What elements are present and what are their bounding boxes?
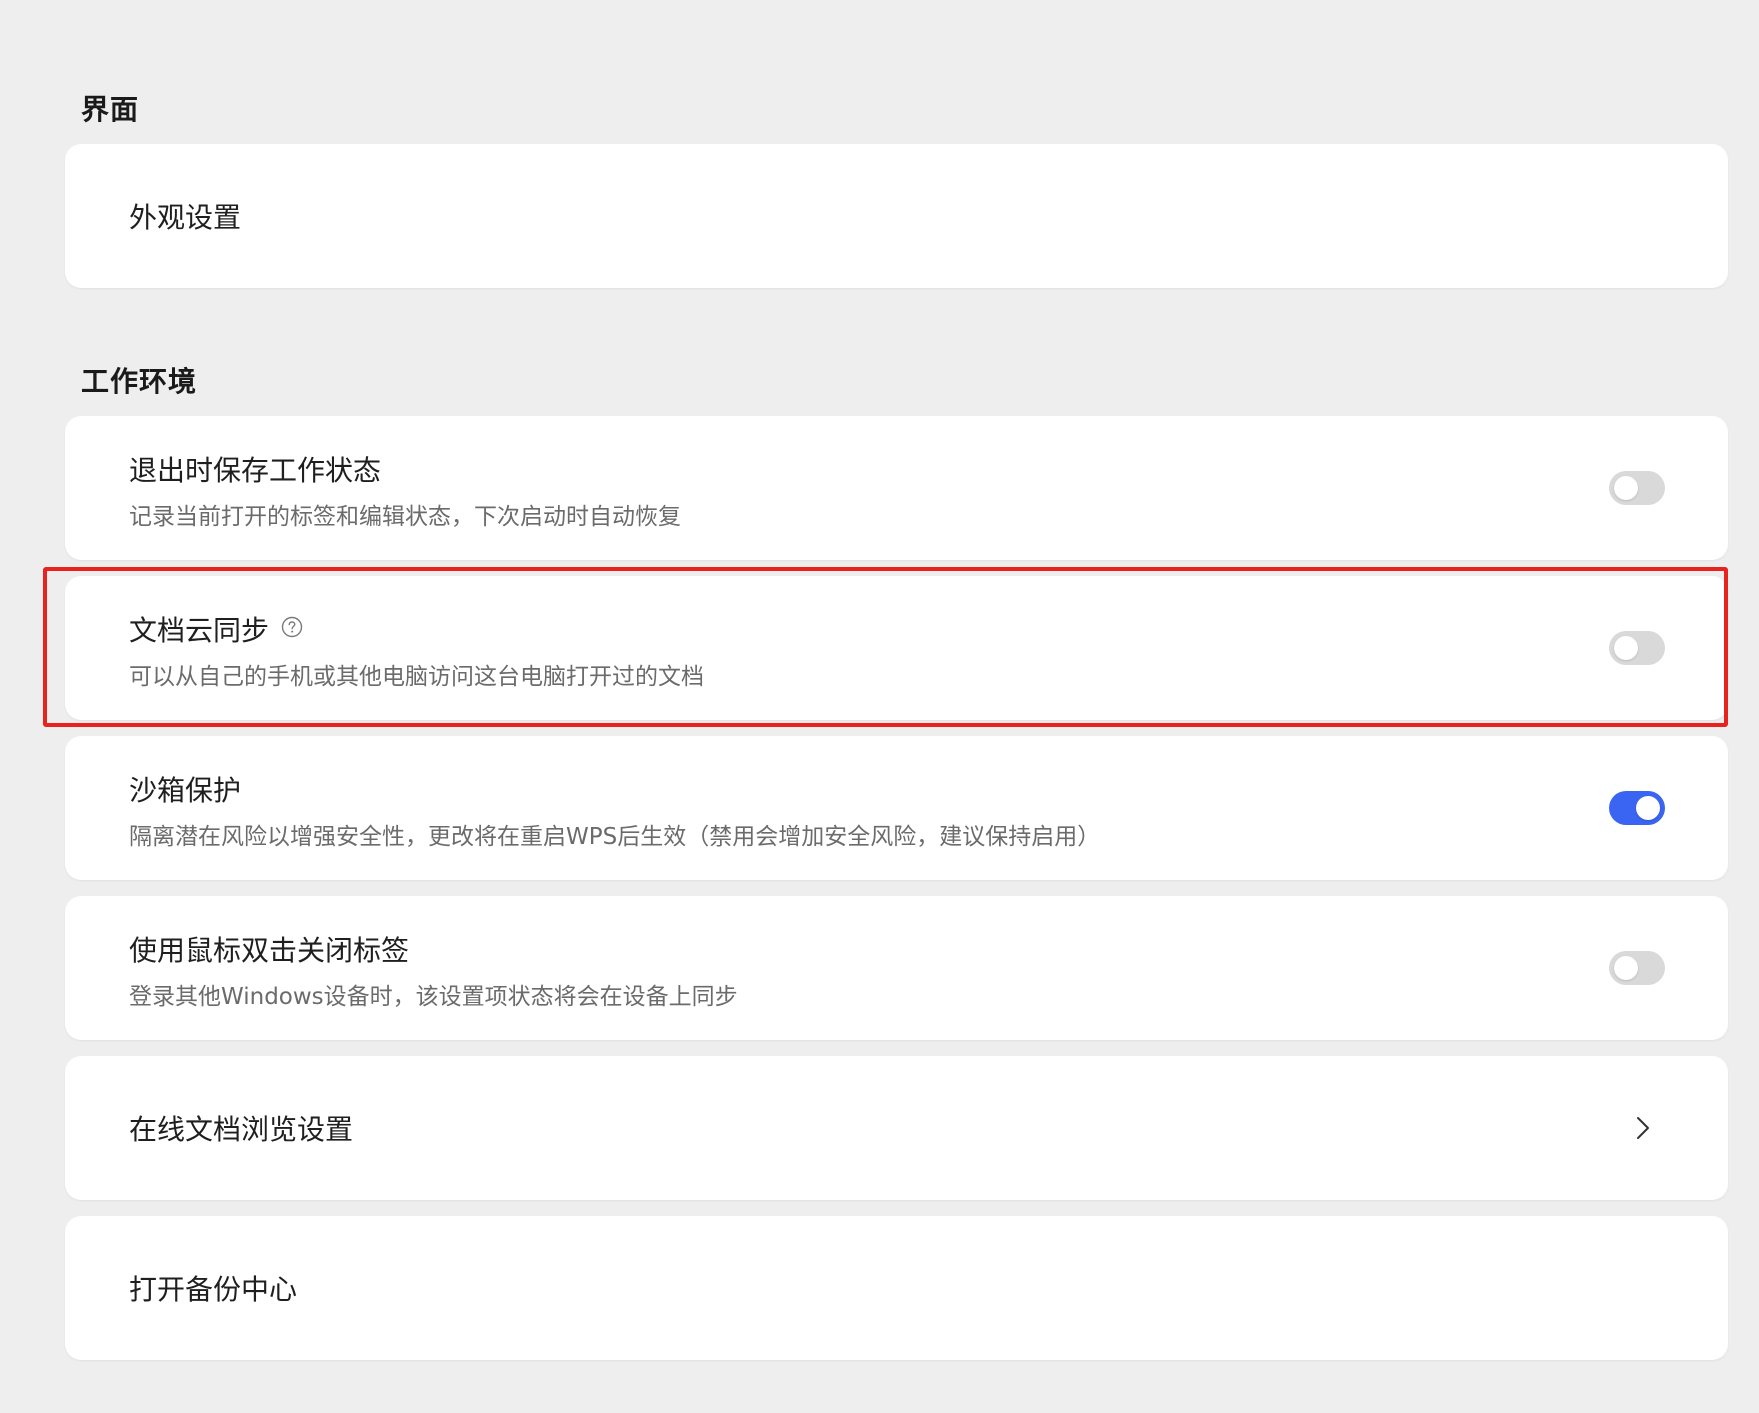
- cloud-sync-item: 文档云同步 可以从自己的手机或其他电脑访问这台电脑打开过的文档: [65, 576, 1728, 720]
- cloud-sync-desc: 可以从自己的手机或其他电脑访问这台电脑打开过的文档: [129, 664, 704, 690]
- save-state-toggle[interactable]: [1609, 471, 1665, 505]
- cloud-sync-title: 文档云同步: [129, 614, 270, 647]
- online-doc-browse-label: 在线文档浏览设置: [129, 1113, 354, 1146]
- section-title-workspace: 工作环境: [81, 365, 198, 398]
- save-state-title: 退出时保存工作状态: [129, 454, 382, 487]
- double-click-close-toggle[interactable]: [1609, 951, 1665, 985]
- save-state-desc: 记录当前打开的标签和编辑状态，下次启动时自动恢复: [129, 504, 681, 530]
- question-circle-icon[interactable]: [281, 616, 303, 638]
- double-click-close-title: 使用鼠标双击关闭标签: [129, 934, 410, 967]
- backup-center-label: 打开备份中心: [129, 1273, 298, 1306]
- sandbox-desc: 隔离潜在风险以增强安全性，更改将在重启WPS后生效（禁用会增加安全风险，建议保持…: [129, 824, 1101, 850]
- backup-center-item[interactable]: 打开备份中心: [65, 1216, 1728, 1360]
- toggle-knob: [1614, 956, 1638, 980]
- appearance-settings-item[interactable]: 外观设置: [65, 144, 1728, 288]
- chevron-right-icon: [1637, 1117, 1649, 1139]
- save-state-item: 退出时保存工作状态 记录当前打开的标签和编辑状态，下次启动时自动恢复: [65, 416, 1728, 560]
- sandbox-title: 沙箱保护: [129, 774, 242, 807]
- sandbox-item: 沙箱保护 隔离潜在风险以增强安全性，更改将在重启WPS后生效（禁用会增加安全风险…: [65, 736, 1728, 880]
- appearance-settings-label: 外观设置: [129, 201, 242, 234]
- online-doc-browse-item[interactable]: 在线文档浏览设置: [65, 1056, 1728, 1200]
- section-title-interface: 界面: [81, 93, 140, 126]
- toggle-knob: [1614, 636, 1638, 660]
- sandbox-toggle[interactable]: [1609, 791, 1665, 825]
- cloud-sync-title-row: 文档云同步: [129, 609, 303, 649]
- double-click-close-desc: 登录其他Windows设备时，该设置项状态将会在设备上同步: [129, 984, 738, 1010]
- toggle-knob: [1614, 476, 1638, 500]
- toggle-knob: [1636, 796, 1660, 820]
- double-click-close-item: 使用鼠标双击关闭标签 登录其他Windows设备时，该设置项状态将会在设备上同步: [65, 896, 1728, 1040]
- cloud-sync-toggle[interactable]: [1609, 631, 1665, 665]
